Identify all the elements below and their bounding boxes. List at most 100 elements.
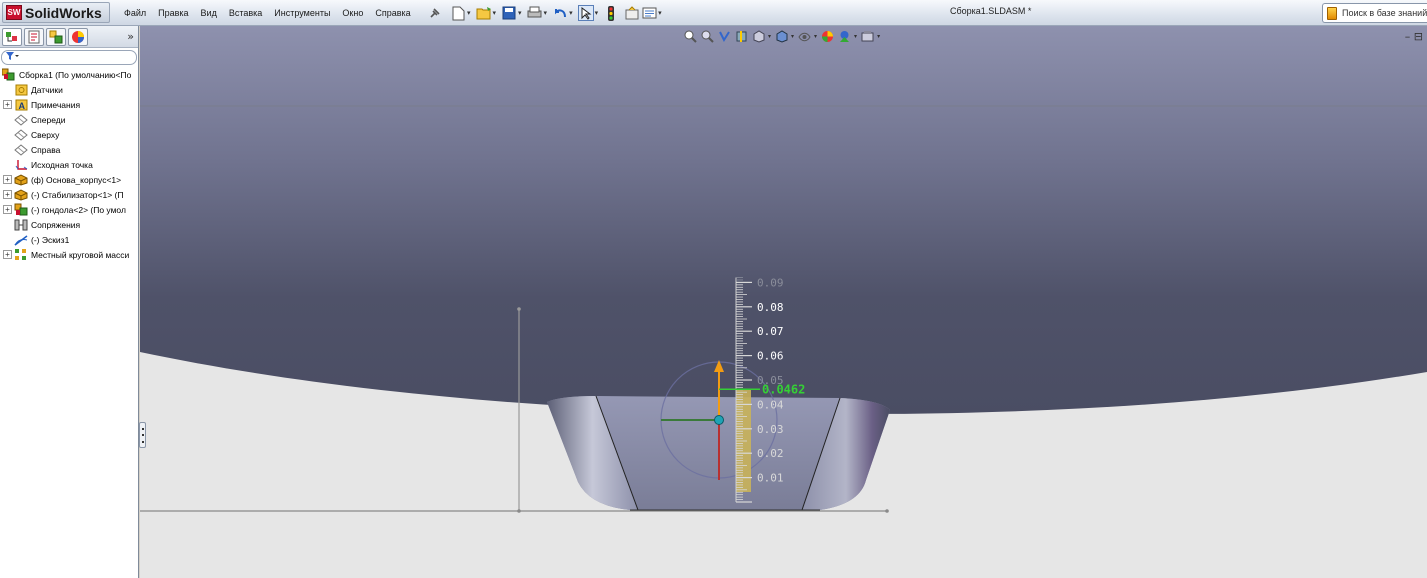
tree-item[interactable]: + A Примечания: [0, 97, 138, 112]
panel-splitter-handle[interactable]: [139, 422, 146, 448]
tree-item[interactable]: Сборка1 (По умолчанию<По: [0, 67, 138, 82]
menu-tools[interactable]: Инструменты: [268, 8, 336, 18]
sketch-point: [517, 509, 521, 513]
configuration-manager-icon[interactable]: [46, 27, 66, 46]
open-dropdown-icon[interactable]: ▾: [493, 9, 497, 17]
feature-manager-icon[interactable]: [2, 27, 22, 46]
view-orientation-dropdown-icon[interactable]: ▾: [768, 33, 771, 40]
appearance-icon[interactable]: [820, 29, 834, 43]
display-style-dropdown-icon[interactable]: ▾: [791, 33, 794, 40]
menu-bar: SW SolidWorks Файл Правка Вид Вставка Ин…: [0, 0, 1427, 26]
select-dropdown-icon[interactable]: ▾: [595, 9, 599, 17]
annotations-icon: A: [14, 98, 28, 111]
expand-toggle-icon[interactable]: +: [3, 100, 12, 109]
tree-item[interactable]: Спереди: [0, 112, 138, 127]
save-dropdown-icon[interactable]: ▾: [518, 9, 522, 17]
tree-item-label: Датчики: [31, 84, 63, 95]
previous-view-icon[interactable]: [717, 29, 731, 43]
tree-item[interactable]: + (-) гондола<2> (По умол: [0, 202, 138, 217]
properties-icon[interactable]: [641, 5, 657, 21]
tree-item[interactable]: (-) Эскиз1: [0, 232, 138, 247]
new-document-icon[interactable]: [450, 5, 466, 21]
menu-edit[interactable]: Правка: [152, 8, 194, 18]
subassembly-icon: [14, 203, 28, 216]
property-manager-icon[interactable]: [24, 27, 44, 46]
scene-dropdown-icon[interactable]: ▾: [854, 33, 857, 40]
tree-item[interactable]: Справа: [0, 142, 138, 157]
undo-icon[interactable]: [552, 5, 568, 21]
view-settings-dropdown-icon[interactable]: ▾: [877, 33, 880, 40]
expand-toggle-icon[interactable]: +: [3, 250, 12, 259]
expand-toggle-icon[interactable]: +: [3, 190, 12, 199]
mates-icon: [14, 218, 28, 231]
options-icon[interactable]: [624, 5, 640, 21]
ruler-tick-label: 0.08: [757, 301, 784, 314]
tree-item-label: Спереди: [31, 114, 66, 125]
undo-dropdown-icon[interactable]: ▾: [569, 9, 573, 17]
properties-dropdown-icon[interactable]: ▾: [658, 9, 662, 17]
tree-item[interactable]: Исходная точка: [0, 157, 138, 172]
ruler-tick-label: 0.03: [757, 423, 784, 436]
zoom-to-fit-icon[interactable]: [683, 29, 697, 43]
tree-item[interactable]: Датчики: [0, 82, 138, 97]
tree-item-label: (-) Стабилизатор<1> (П: [31, 189, 124, 200]
origin-icon: [14, 158, 28, 171]
menu-view[interactable]: Вид: [195, 8, 223, 18]
document-title: Сборка1.SLDASM *: [950, 6, 1032, 16]
zoom-area-icon[interactable]: [700, 29, 714, 43]
ruler-tick-label: 0.09: [757, 276, 784, 289]
feature-manager-panel: » Сборка1 (По умолчанию<По Датчики + A Приме…: [0, 26, 139, 578]
tree-item[interactable]: + Местный круговой масси: [0, 247, 138, 262]
menu-help[interactable]: Справка: [369, 8, 416, 18]
menu-insert[interactable]: Вставка: [223, 8, 268, 18]
plane-icon: [14, 128, 28, 141]
display-style-icon[interactable]: [774, 29, 788, 43]
expand-toggle-icon[interactable]: +: [3, 175, 12, 184]
new-dropdown-icon[interactable]: ▾: [467, 9, 471, 17]
search-placeholder: Поиск в базе знаний: [1341, 8, 1427, 18]
tree-item-label: (-) Эскиз1: [31, 234, 70, 245]
hide-show-icon[interactable]: [797, 29, 811, 43]
sensors-folder-icon: [14, 83, 28, 96]
tree-item[interactable]: + (ф) Основа_корпус<1>: [0, 172, 138, 187]
tree-item[interactable]: + (-) Стабилизатор<1> (П: [0, 187, 138, 202]
graphics-area[interactable]: ▾ ▾ ▾ ▾ ▾ – ⊟ 0.09 0.08 0.07 0.06 0.05 0…: [140, 26, 1427, 578]
tree-item-label: Сборка1 (По умолчанию<По: [19, 69, 132, 80]
circular-pattern-icon: [14, 248, 28, 261]
menu-file[interactable]: Файл: [118, 8, 152, 18]
scene-icon[interactable]: [837, 29, 851, 43]
select-arrow-icon[interactable]: [577, 5, 594, 21]
minimize-viewport-icon[interactable]: – ⊟: [1405, 30, 1423, 43]
view-orientation-icon[interactable]: [751, 29, 765, 43]
tree-item-label: Сопряжения: [31, 219, 81, 230]
logo-mark: SW: [6, 5, 22, 20]
tree-item[interactable]: Сверху: [0, 127, 138, 142]
tree-item-label: Примечания: [31, 99, 81, 110]
print-dropdown-icon[interactable]: ▾: [544, 9, 548, 17]
open-folder-icon[interactable]: [476, 5, 492, 21]
svg-text:A: A: [18, 101, 25, 111]
filter-icon[interactable]: [5, 51, 19, 64]
blimp-body: [140, 26, 1427, 415]
view-settings-icon[interactable]: [860, 29, 874, 43]
ruler-readout: 0.0462: [762, 382, 805, 396]
expand-toggle-icon[interactable]: +: [3, 205, 12, 214]
menu-window[interactable]: Окно: [336, 8, 369, 18]
print-icon[interactable]: [527, 5, 543, 21]
tree-item[interactable]: Сопряжения: [0, 217, 138, 232]
part-icon: [14, 173, 28, 186]
tree-filter[interactable]: [1, 50, 137, 65]
solidworks-logo[interactable]: SW SolidWorks: [2, 2, 110, 23]
tree-item-label: (-) гондола<2> (По умол: [31, 204, 126, 215]
ruler-tick-label: 0.04: [757, 398, 784, 411]
section-view-icon[interactable]: [734, 29, 748, 43]
hide-show-dropdown-icon[interactable]: ▾: [814, 33, 817, 40]
feature-tree: Сборка1 (По умолчанию<По Датчики + A Примеча…: [0, 67, 138, 262]
save-icon[interactable]: [501, 5, 517, 21]
logo-text: SolidWorks: [25, 4, 102, 21]
display-manager-icon[interactable]: [68, 27, 88, 46]
pin-icon[interactable]: [427, 5, 443, 21]
collapse-panel-icon[interactable]: »: [127, 30, 134, 43]
search-box[interactable]: Поиск в базе знаний: [1322, 3, 1427, 23]
traffic-light-icon[interactable]: [603, 5, 619, 21]
